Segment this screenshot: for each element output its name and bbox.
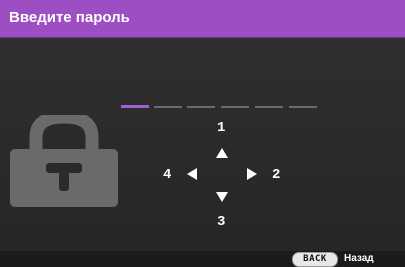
arrow-left-icon[interactable] <box>187 168 197 180</box>
key-down-digit: 3 <box>217 214 226 230</box>
password-slot-2 <box>154 106 182 108</box>
arrow-up-icon[interactable] <box>216 148 228 158</box>
back-label: Назад <box>344 253 374 264</box>
arrow-right-icon[interactable] <box>247 168 257 180</box>
dialog-title: Введите пароль <box>9 9 130 26</box>
arrow-down-icon[interactable] <box>216 192 228 202</box>
password-slot-6 <box>289 106 317 108</box>
lock-icon <box>10 115 118 207</box>
key-up-digit: 1 <box>217 120 226 136</box>
password-slot-5 <box>255 106 283 108</box>
password-slot-1 <box>121 105 149 108</box>
key-left-digit: 4 <box>163 167 172 183</box>
key-right-digit: 2 <box>272 167 281 183</box>
password-slot-4 <box>221 106 249 108</box>
password-slot-3 <box>187 106 215 108</box>
password-dialog: Введите пароль 1 4 2 3 BACK Назад <box>0 0 405 267</box>
back-button[interactable]: BACK <box>292 252 338 267</box>
title-bar: Введите пароль <box>0 0 405 38</box>
